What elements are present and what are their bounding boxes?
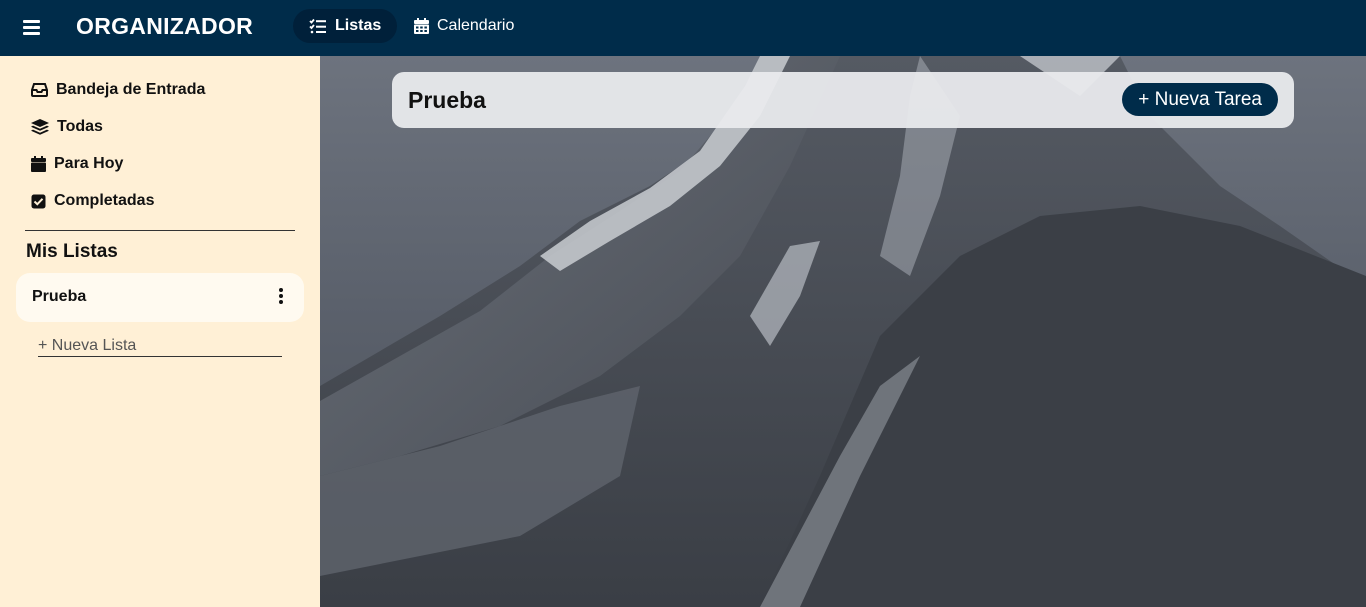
mountain-background-image xyxy=(320,56,1366,607)
new-task-button[interactable]: + Nueva Tarea xyxy=(1122,83,1278,116)
new-list-input[interactable] xyxy=(38,336,282,357)
sidebar-item-label: Para Hoy xyxy=(54,155,124,172)
hamburger-menu-icon[interactable] xyxy=(21,17,43,39)
tab-calendario-label: Calendario xyxy=(437,17,515,34)
sidebar-item-completadas[interactable]: Completadas xyxy=(31,189,154,213)
tab-listas[interactable]: Listas xyxy=(293,9,398,43)
layers-icon xyxy=(31,119,49,135)
sidebar-item-para-hoy[interactable]: Para Hoy xyxy=(31,152,123,176)
sidebar-item-label: Todas xyxy=(57,118,103,135)
sidebar-item-label: Completadas xyxy=(54,192,155,209)
list-header-card: Prueba + Nueva Tarea xyxy=(392,72,1294,128)
list-title: Prueba xyxy=(408,87,486,113)
sidebar-item-todas[interactable]: Todas xyxy=(31,115,103,139)
inbox-icon xyxy=(31,83,48,97)
main-content: Prueba + Nueva Tarea xyxy=(320,56,1366,607)
sidebar-divider xyxy=(25,230,295,231)
calendar-icon xyxy=(414,18,429,34)
sidebar-item-bandeja[interactable]: Bandeja de Entrada xyxy=(31,78,205,102)
sidebar: Bandeja de Entrada Todas Para Hoy Comple… xyxy=(0,56,320,607)
tab-listas-label: Listas xyxy=(335,17,382,34)
checklist-icon xyxy=(309,18,326,34)
my-lists-title: Mis Listas xyxy=(26,241,118,262)
calendar-today-icon xyxy=(31,156,46,172)
list-name: Prueba xyxy=(32,288,87,305)
check-square-icon xyxy=(31,194,46,208)
kebab-menu-icon[interactable] xyxy=(276,287,286,307)
tab-calendario[interactable]: Calendario xyxy=(398,9,530,43)
top-navbar: ORGANIZADOR Listas Calendario xyxy=(0,0,1366,56)
app-brand: ORGANIZADOR xyxy=(76,13,254,39)
sidebar-item-label: Bandeja de Entrada xyxy=(56,81,206,98)
list-item-prueba[interactable]: Prueba xyxy=(16,273,304,322)
